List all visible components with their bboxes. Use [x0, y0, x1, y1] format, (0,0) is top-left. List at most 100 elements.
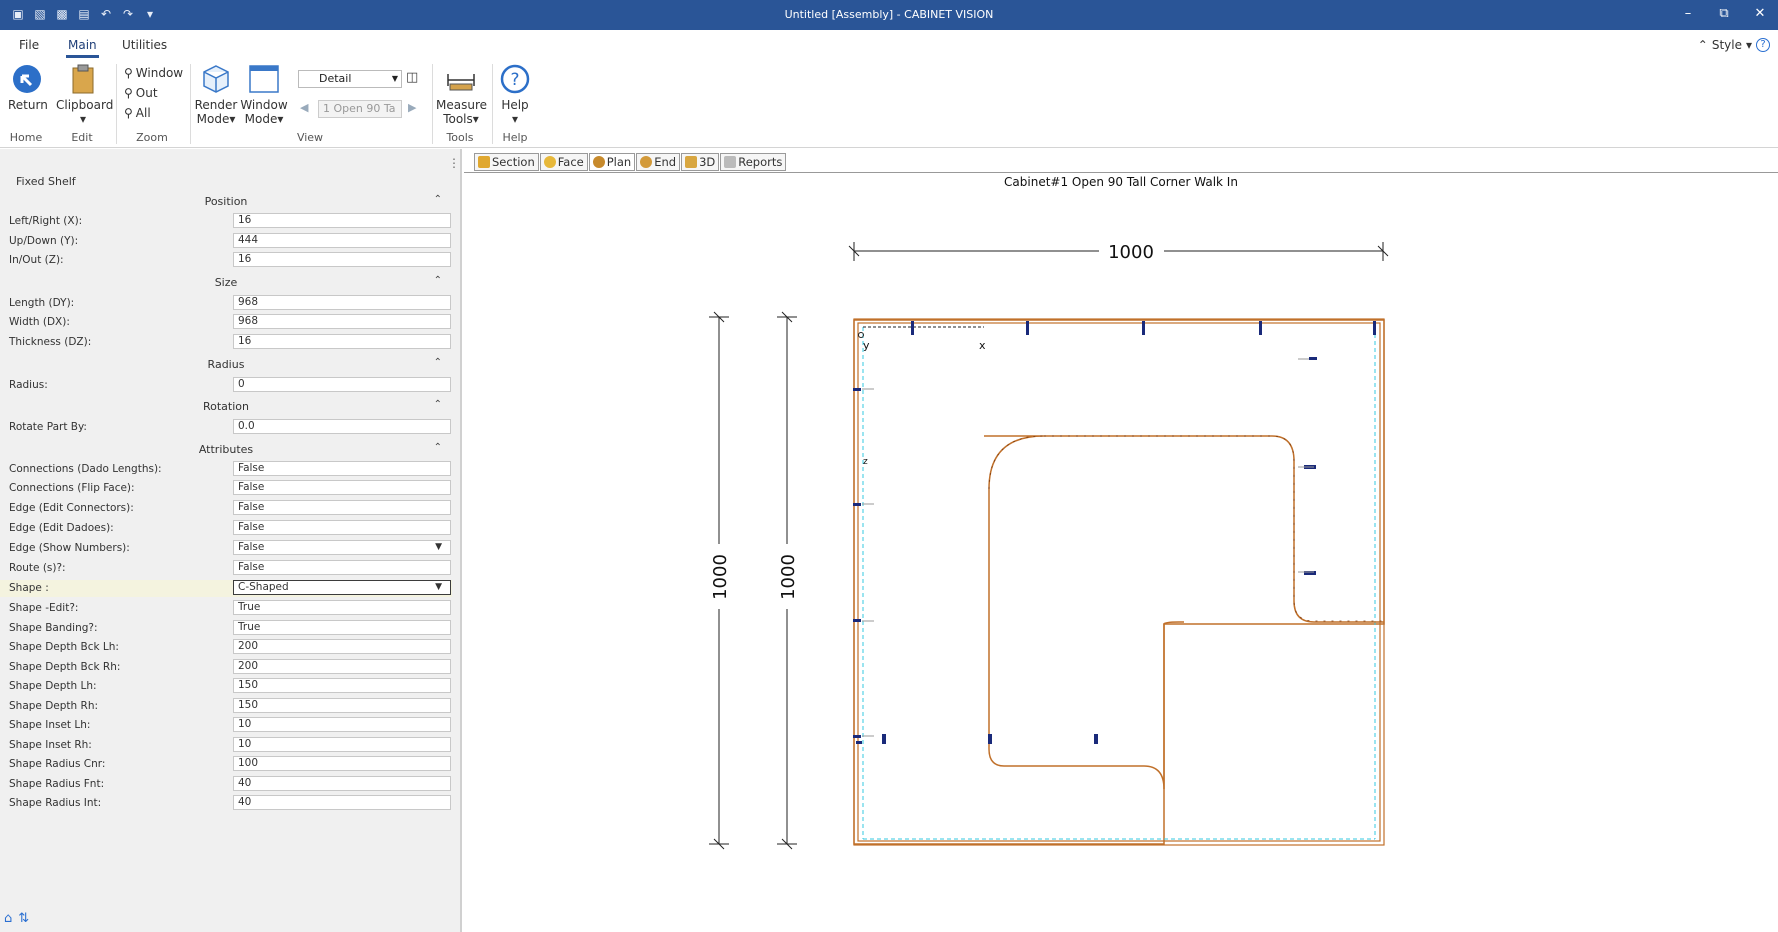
edge-show-numbers-select[interactable]: False ▼ [233, 540, 451, 555]
help-question-icon: ? [500, 64, 530, 94]
measure-tools-button[interactable]: Measure Tools▾ [436, 64, 487, 126]
axis-z-label: z [863, 457, 868, 467]
zoom-window-button[interactable]: ⚲ Window [124, 66, 183, 80]
section-header-size[interactable]: Size ⌃ [0, 274, 452, 292]
home-icon[interactable]: ⌂ [4, 911, 12, 926]
section-header-attributes[interactable]: Attributes ⌃ [0, 441, 452, 459]
up-down-input[interactable]: 444 [233, 233, 451, 248]
shape-radius-int-input[interactable]: 40 [233, 795, 451, 810]
property-row-depth-bck-lh: Shape Depth Bck Lh: 200 [0, 639, 452, 656]
shape-depth-rh-input[interactable]: 150 [233, 698, 451, 713]
minimize-button[interactable]: – [1670, 0, 1706, 30]
axis-x-label: x [979, 339, 986, 352]
previous-cabinet-arrow-icon[interactable]: ◀ [300, 101, 308, 114]
window-title: Untitled [Assembly] - CABINET VISION [784, 8, 994, 21]
thickness-input[interactable]: 16 [233, 334, 451, 349]
height-dimension-outer: 1000 [709, 311, 731, 850]
help-icon[interactable]: ? [1756, 38, 1770, 52]
property-row-inset-lh: Shape Inset Lh: 10 [0, 717, 452, 734]
svg-text:?: ? [510, 70, 519, 90]
group-label-home: Home [9, 131, 43, 144]
restore-button[interactable]: ⧉ [1706, 0, 1742, 30]
view-detail-select[interactable]: Detail ▼ [298, 70, 402, 88]
length-input[interactable]: 968 [233, 295, 451, 310]
plan-drawing[interactable]: 1000 1000 1000 y x z [464, 149, 1778, 932]
dropdown-arrow-icon[interactable]: ▼ [435, 541, 442, 554]
chevron-up-icon[interactable]: ⌃ [1698, 38, 1708, 52]
property-row-route: Route (s)?: False [0, 560, 452, 577]
chevron-up-icon[interactable]: ⌃ [434, 275, 442, 286]
chevron-up-icon[interactable]: ⌃ [434, 357, 442, 368]
property-row-thickness: Thickness (DZ): 16 [0, 334, 452, 351]
sort-icon[interactable]: ⇅ [18, 911, 29, 926]
width-input[interactable]: 968 [233, 314, 451, 329]
section-header-radius[interactable]: Radius ⌃ [0, 356, 452, 374]
render-mode-button[interactable]: Render Mode▾ [194, 64, 238, 126]
tab-file[interactable]: File [19, 38, 39, 52]
property-row-connections-dado: Connections (Dado Lengths): False [0, 461, 452, 478]
view-settings-icon[interactable]: ◫ [406, 70, 418, 85]
property-row-left-right: Left/Right (X): 16 [0, 213, 452, 230]
style-label[interactable]: Style [1712, 38, 1742, 52]
property-row-width: Width (DX): 968 [0, 314, 452, 331]
left-right-input[interactable]: 16 [233, 213, 451, 228]
help-button[interactable]: ? Help ▾ [498, 64, 532, 126]
shape-radius-fnt-input[interactable]: 40 [233, 776, 451, 791]
dropdown-arrow-icon[interactable]: ▾ [1746, 38, 1752, 52]
return-button[interactable]: Return [8, 64, 48, 112]
property-row-connections-flip: Connections (Flip Face): False [0, 480, 452, 497]
width-dimension: 1000 [848, 242, 1389, 263]
dropdown-arrow-icon: ▼ [391, 74, 398, 83]
next-cabinet-arrow-icon[interactable]: ▶ [408, 101, 416, 114]
radius-input[interactable]: 0 [233, 377, 451, 392]
shape-depth-bck-lh-input[interactable]: 200 [233, 639, 451, 654]
zoom-out-button[interactable]: ⚲ Out [124, 86, 158, 100]
fixed-shelf-shape[interactable] [984, 435, 1384, 790]
rotate-part-input[interactable]: 0.0 [233, 419, 451, 434]
zoom-all-button[interactable]: ⚲ All [124, 106, 151, 120]
in-out-input[interactable]: 16 [233, 252, 451, 267]
style-menu[interactable]: ⌃ Style ▾ ? [1698, 38, 1770, 52]
edge-edit-connectors-input[interactable]: False [233, 500, 451, 515]
chevron-up-icon[interactable]: ⌃ [434, 399, 442, 410]
guide-lines [862, 327, 1376, 840]
shape-depth-lh-input[interactable]: 150 [233, 678, 451, 693]
shape-edit-input[interactable]: True [233, 600, 451, 615]
dropdown-arrow-icon: ▾ [472, 112, 479, 126]
panel-footer: ⌂ ⇅ [4, 911, 29, 926]
clipboard-button[interactable]: Clipboard ▾ [56, 64, 113, 126]
shape-inset-rh-input[interactable]: 10 [233, 737, 451, 752]
shape-banding-input[interactable]: True [233, 620, 451, 635]
measure-tools-icon [447, 74, 475, 91]
zoom-all-icon: ⚲ [124, 106, 133, 120]
property-row-shape: Shape : C-Shaped ▼ [0, 580, 452, 597]
edge-edit-dadoes-input[interactable]: False [233, 520, 451, 535]
property-row-edge-dadoes: Edge (Edit Dadoes): False [0, 520, 452, 537]
property-row-up-down: Up/Down (Y): 444 [0, 233, 452, 250]
chevron-up-icon[interactable]: ⌃ [434, 194, 442, 205]
dim-height-label-2: 1000 [778, 554, 799, 600]
tab-utilities[interactable]: Utilities [122, 38, 167, 52]
shape-select[interactable]: C-Shaped ▼ [233, 580, 451, 595]
more-options-icon[interactable]: ⋮ [448, 156, 460, 170]
drawing-view: Section Face Plan End 3D Reports Cabinet… [464, 149, 1778, 932]
hardware-markers [853, 321, 1376, 744]
cabinet-select[interactable]: 1 Open 90 Ta [318, 100, 402, 118]
section-header-rotation[interactable]: Rotation ⌃ [0, 398, 452, 416]
dropdown-arrow-icon[interactable]: ▼ [435, 581, 442, 594]
group-label-tools: Tools [446, 131, 474, 144]
shape-radius-cnr-input[interactable]: 100 [233, 756, 451, 771]
render-mode-cube-icon [203, 65, 229, 93]
section-header-position[interactable]: Position ⌃ [0, 193, 452, 211]
chevron-up-icon[interactable]: ⌃ [434, 442, 442, 453]
connections-dado-lengths-input[interactable]: False [233, 461, 451, 476]
window-mode-button[interactable]: Window Mode▾ [240, 64, 288, 126]
dropdown-arrow-icon: ▾ [277, 112, 284, 126]
group-label-zoom: Zoom [136, 131, 168, 144]
shape-depth-bck-rh-input[interactable]: 200 [233, 659, 451, 674]
connections-flip-face-input[interactable]: False [233, 480, 451, 495]
tab-main[interactable]: Main [66, 38, 99, 58]
close-button[interactable]: ✕ [1742, 0, 1778, 30]
shape-inset-lh-input[interactable]: 10 [233, 717, 451, 732]
route-input[interactable]: False [233, 560, 451, 575]
